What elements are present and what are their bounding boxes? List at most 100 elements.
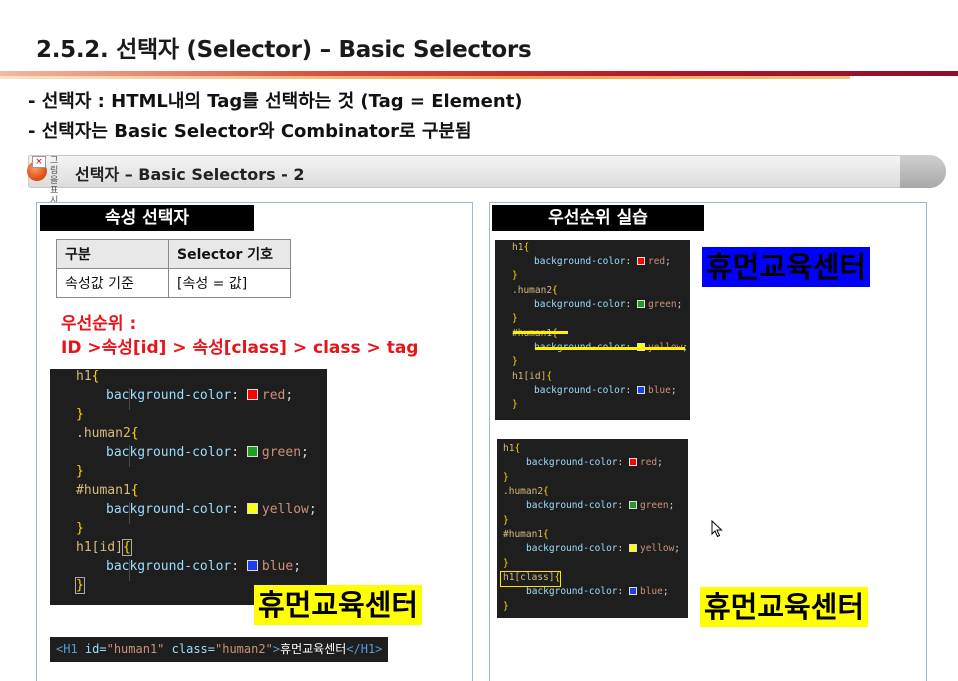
css-selector: h1 — [512, 242, 524, 253]
code-line: } — [76, 464, 84, 479]
html-class-value: "human2" — [215, 642, 273, 656]
title-divider-accent — [0, 76, 850, 79]
code-line: background-color: green; — [526, 500, 675, 511]
table-cell: 속성값 기준 — [56, 268, 169, 298]
css-property: background-color — [526, 500, 618, 511]
css-code-block-bottom: h1{ background-color: red; } .human2{ ba… — [497, 439, 688, 618]
code-line: background-color: red; — [526, 457, 663, 468]
code-line: .human2{ — [512, 285, 558, 296]
css-property: background-color — [534, 299, 626, 310]
code-line: #human1{ — [503, 529, 549, 540]
code-line: #human1{ — [76, 483, 139, 498]
html-id-value: "human1" — [106, 642, 165, 656]
css-value: red — [261, 388, 286, 403]
css-selector: #human1 — [76, 483, 131, 498]
code-line: } — [503, 601, 509, 612]
table-header-cell: Selector 기호 — [168, 239, 291, 269]
code-line: h1{ — [512, 242, 530, 253]
css-property: background-color — [534, 256, 626, 267]
css-property: background-color — [526, 457, 618, 468]
code-line: } — [503, 515, 509, 526]
css-value: red — [647, 256, 666, 267]
color-swatch — [628, 458, 637, 466]
css-property: background-color — [526, 543, 618, 554]
css-selector: .human2 — [76, 426, 131, 441]
strike-highlight — [513, 331, 568, 334]
html-tag-end: > — [272, 642, 281, 656]
code-line: } — [75, 577, 85, 594]
code-line: background-color: blue; — [534, 385, 677, 396]
color-swatch — [246, 503, 258, 514]
code-line: background-color: red; — [106, 388, 294, 403]
css-property: background-color — [526, 586, 618, 597]
css-value: green — [647, 299, 677, 310]
code-line: } — [512, 313, 518, 324]
broken-image-icon: × — [32, 156, 46, 168]
css-value: green — [261, 445, 302, 460]
code-line: h1[id]{ — [76, 539, 132, 556]
code-line: } — [503, 472, 509, 483]
html-text: 휴먼교육센터 — [280, 642, 347, 656]
css-property: background-color — [106, 559, 232, 574]
css-value: yellow — [639, 543, 675, 554]
result-heading-blue: 휴먼교육센터 — [702, 247, 871, 287]
html-id-attr: id= — [84, 642, 107, 656]
code-line: background-color: yellow; — [106, 502, 317, 517]
code-line: } — [512, 356, 518, 367]
css-value: yellow — [261, 502, 309, 517]
color-swatch — [246, 560, 258, 571]
css-property: background-color — [106, 388, 232, 403]
priority-title: 우선순위 : — [61, 314, 137, 334]
color-swatch — [246, 446, 258, 457]
color-swatch — [628, 544, 637, 552]
code-line: .human2{ — [503, 486, 549, 497]
css-selector: #human1 — [503, 529, 544, 540]
selector-table: 구분 Selector 기호 속성값 기준 [속성 = 값] — [56, 239, 291, 298]
css-selector: h1 — [503, 443, 515, 454]
code-line: } — [512, 399, 518, 410]
code-line: background-color: yellow; — [526, 543, 681, 554]
css-value: red — [639, 457, 658, 468]
code-line: } — [512, 270, 518, 281]
css-selector: h1[id] — [76, 540, 123, 555]
code-line: background-color: green; — [534, 299, 683, 310]
css-code-block-top: h1{ background-color: red; } .human2{ ba… — [495, 240, 690, 420]
table-header-cell: 구분 — [56, 239, 169, 269]
css-value: green — [639, 500, 669, 511]
html-open-tag: <H1 — [56, 642, 78, 656]
color-swatch — [628, 587, 637, 595]
css-selector: .human2 — [512, 285, 553, 296]
css-selector: h1[id] — [512, 371, 547, 382]
priority-order: ID >속성[id] > 속성[class] > class > tag — [61, 338, 419, 358]
html-code-line: <H1 id="human1" class="human2">휴먼교육센터</H… — [50, 637, 389, 662]
color-swatch — [636, 300, 645, 308]
slide-title: 2.5.2. 선택자 (Selector) – Basic Selectors — [36, 37, 532, 63]
code-line: } — [76, 407, 84, 422]
mouse-pointer-icon — [711, 520, 723, 538]
strike-highlight — [535, 347, 685, 350]
code-line: } — [76, 521, 84, 536]
code-line: background-color: blue; — [526, 586, 669, 597]
bullet-selector-types: - 선택자는 Basic Selector와 Combinator로 구분됨 — [28, 121, 472, 142]
css-value: blue — [261, 559, 294, 574]
result-heading-yellow-bottom: 휴먼교육센터 — [700, 587, 869, 627]
css-value: blue — [647, 385, 671, 396]
css-property: background-color — [534, 385, 626, 396]
css-selector: .human2 — [503, 486, 544, 497]
color-swatch — [636, 386, 645, 394]
code-line: background-color: green; — [106, 445, 309, 460]
code-line: h1{ — [503, 443, 521, 454]
selector-highlight-box — [500, 571, 561, 587]
code-line: background-color: red; — [534, 256, 671, 267]
html-close-tag: </H1> — [346, 642, 383, 656]
section-title: 선택자 – Basic Selectors - 2 — [75, 165, 305, 184]
section-bar-cap — [900, 155, 946, 188]
css-code-block: h1{ background-color: red; } .human2{ ba… — [50, 369, 327, 605]
color-swatch — [636, 257, 645, 265]
code-line: h1{ — [76, 369, 100, 384]
html-class-attr: class= — [171, 642, 215, 656]
code-line: .human2{ — [76, 426, 139, 441]
code-line: background-color: blue; — [106, 559, 302, 574]
code-line: } — [503, 558, 509, 569]
table-row: 속성값 기준 [속성 = 값] — [56, 268, 291, 298]
